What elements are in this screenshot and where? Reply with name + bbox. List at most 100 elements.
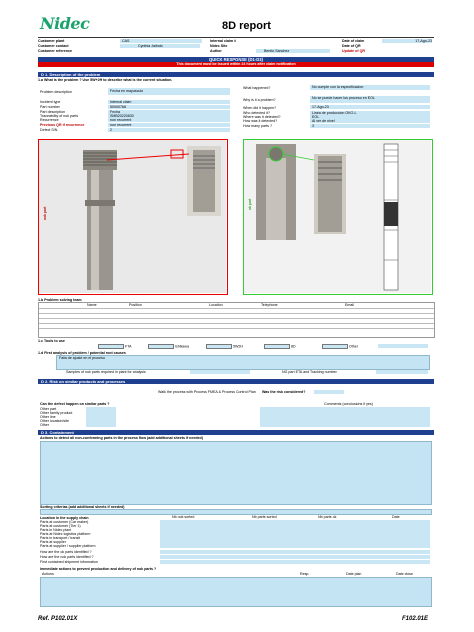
how-many-label: How many parts ? — [243, 124, 272, 128]
containment-actions-field[interactable] — [40, 441, 432, 505]
customer-contact-field[interactable]: Cynthia Jalindo — [120, 44, 200, 48]
author-label: Author — [210, 49, 222, 53]
author-field[interactable]: Benito Sanchez — [256, 49, 330, 53]
similar-answer-field[interactable] — [86, 407, 116, 427]
what-happened-label: What happened? — [243, 86, 271, 90]
internal-claim-label: Internal claim # — [210, 39, 237, 43]
date-of-qr-label: Date of QR — [342, 44, 361, 48]
recurrence-label: Recurrence — [40, 118, 59, 122]
first-shipment-field[interactable] — [160, 560, 430, 564]
part-number-field[interactable]: 50000768 — [108, 105, 230, 109]
supply-row-label: Parts at supplier / supplier platform — [40, 544, 96, 548]
samples-field[interactable] — [190, 370, 250, 374]
recurrence-field[interactable]: non recurrent — [108, 118, 230, 122]
tool-other-field[interactable] — [378, 344, 428, 348]
part-number-label: Part number — [40, 105, 60, 109]
when-happen-field[interactable]: 17-Ago-23 — [310, 105, 430, 109]
risk-considered-field[interactable] — [314, 390, 344, 394]
comments-label: Comments (conclusions if yes) — [324, 402, 373, 406]
nok-identified-label: How are the nok parts identified ? — [40, 555, 94, 559]
customer-plant-label: Customer plant — [38, 39, 65, 43]
imm-col-actions: Actions — [42, 572, 54, 576]
tool-ishikawa[interactable]: Ishikawa — [148, 344, 189, 349]
ok-photo-frame: ok part — [243, 139, 433, 295]
update-of-qr-label: Update of QR — [342, 49, 365, 53]
d1-subheading: 1.a What is the problem ? Use 5W+2H to d… — [38, 78, 173, 82]
team-col-name: Name — [87, 303, 97, 307]
problem-description-field[interactable]: Fecha en mayusculo — [108, 88, 230, 95]
similar-parts-question: Can the defect happen on similar parts ? — [40, 402, 110, 406]
tools-row: FTA Ishikawa 5W2H 8D Other — [38, 343, 433, 349]
defect-sn-field[interactable]: 2 — [108, 128, 230, 132]
imm-col-resp: Resp. — [300, 572, 310, 576]
sorting-criteria-field[interactable] — [40, 509, 432, 515]
d2-heading: D 2. Risk on similar products and proces… — [38, 379, 434, 384]
tool-other-label: Other — [349, 344, 358, 349]
company-logo: Nidec — [40, 14, 90, 33]
nidec-site-label: Nidec Site — [210, 44, 228, 48]
how-detected-label: How was it detected? — [243, 119, 278, 123]
ok-identified-field[interactable] — [160, 550, 430, 554]
ng-tracking-label: NG part ETA and Tracking number — [282, 370, 337, 374]
why-problem-label: Why is it a problem? — [243, 98, 276, 102]
defect-sn-label: Defect S/N — [40, 128, 58, 132]
ok-part-label: ok part — [248, 198, 252, 210]
report-title: 8D report — [222, 20, 271, 32]
analysis-field[interactable]: Falla de ajuste en el proceso — [56, 355, 430, 370]
d3-heading: D 3. Containment — [38, 430, 434, 435]
immediate-actions-grid[interactable] — [40, 577, 432, 607]
team-col-location: Location — [209, 303, 223, 307]
problem-description-label: Problem description — [40, 90, 72, 94]
supply-col: Date — [392, 515, 400, 519]
similar-item: Other — [40, 423, 49, 427]
risk-considered-label: Was the risk considered? — [262, 390, 306, 394]
ng-tracking-field[interactable] — [376, 370, 428, 374]
first-shipment-label: First contained shipment information — [40, 560, 98, 564]
tool-fta[interactable]: FTA — [98, 344, 132, 349]
footer-ref: Ref. P102.01X — [38, 616, 78, 622]
imm-col-date-plan: Date plan — [346, 572, 362, 576]
team-col-email: Email — [345, 303, 354, 307]
previous-qr-field[interactable]: non recurrent — [108, 123, 230, 127]
footer-form: F102.01E — [402, 616, 429, 622]
tool-5w2h[interactable]: 5W2H — [206, 344, 243, 349]
date-of-claim-field[interactable]: 17-Ago-23 — [382, 39, 432, 43]
comments-field[interactable] — [260, 407, 430, 427]
nok-part-photo — [39, 140, 226, 293]
tool-other[interactable]: Other — [322, 344, 358, 349]
containment-actions-label: Actions to detect all non-conforming par… — [40, 436, 203, 440]
team-table: Name Position Location Telephone Email — [38, 302, 435, 338]
how-many-field[interactable]: 3 — [310, 124, 430, 128]
previous-qr-label: Previous QR if recurrence — [40, 123, 85, 127]
team-col-position: Position — [129, 303, 142, 307]
imm-col-date-close: Date close — [396, 572, 413, 576]
supply-grid[interactable] — [160, 520, 430, 548]
samples-label: Samples of nok parts required in plant f… — [66, 370, 146, 374]
what-happened-field[interactable]: No cumple con la especificacion — [310, 85, 430, 90]
customer-contact-label: Customer contact — [38, 44, 69, 48]
top-fields: Customer plant CAS Internal claim # Date… — [38, 38, 434, 54]
d1-heading: D 1. Description of the problem — [38, 72, 434, 77]
why-problem-field[interactable]: No se puede hacer los proceso en EOL — [310, 96, 430, 103]
incident-type-label: Incident type — [40, 100, 61, 104]
supply-col: Nb parts ok — [318, 515, 337, 519]
team-row[interactable] — [39, 328, 434, 334]
how-detected-field[interactable]: Al ver de nivel — [310, 119, 430, 123]
nok-identified-field[interactable] — [160, 555, 430, 559]
immediate-actions-label: Immediate actions to prevent production … — [40, 567, 157, 571]
tool-ishikawa-label: Ishikawa — [175, 344, 189, 349]
when-happen-label: When did it happen? — [243, 106, 276, 110]
supply-col: Nb parts sorted — [252, 515, 277, 519]
ok-identified-label: How are the ok parts identified ? — [40, 550, 92, 554]
customer-plant-field[interactable]: CAS — [120, 39, 202, 43]
quick-response-subtitle: This document must be issued within 24 h… — [38, 62, 434, 67]
tool-8d[interactable]: 8D — [264, 344, 296, 349]
tool-fta-label: FTA — [125, 344, 132, 349]
incident-type-field[interactable]: Internal claim — [108, 100, 230, 104]
walk-process-label: Walk the process with Process FMEA & Pro… — [158, 390, 256, 394]
tool-8d-label: 8D — [291, 344, 296, 349]
date-of-claim-label: Date of claim — [342, 39, 365, 43]
team-col-telephone: Telephone — [261, 303, 278, 307]
nok-photo-frame: nok part — [38, 139, 228, 295]
ok-part-photo — [244, 140, 431, 293]
